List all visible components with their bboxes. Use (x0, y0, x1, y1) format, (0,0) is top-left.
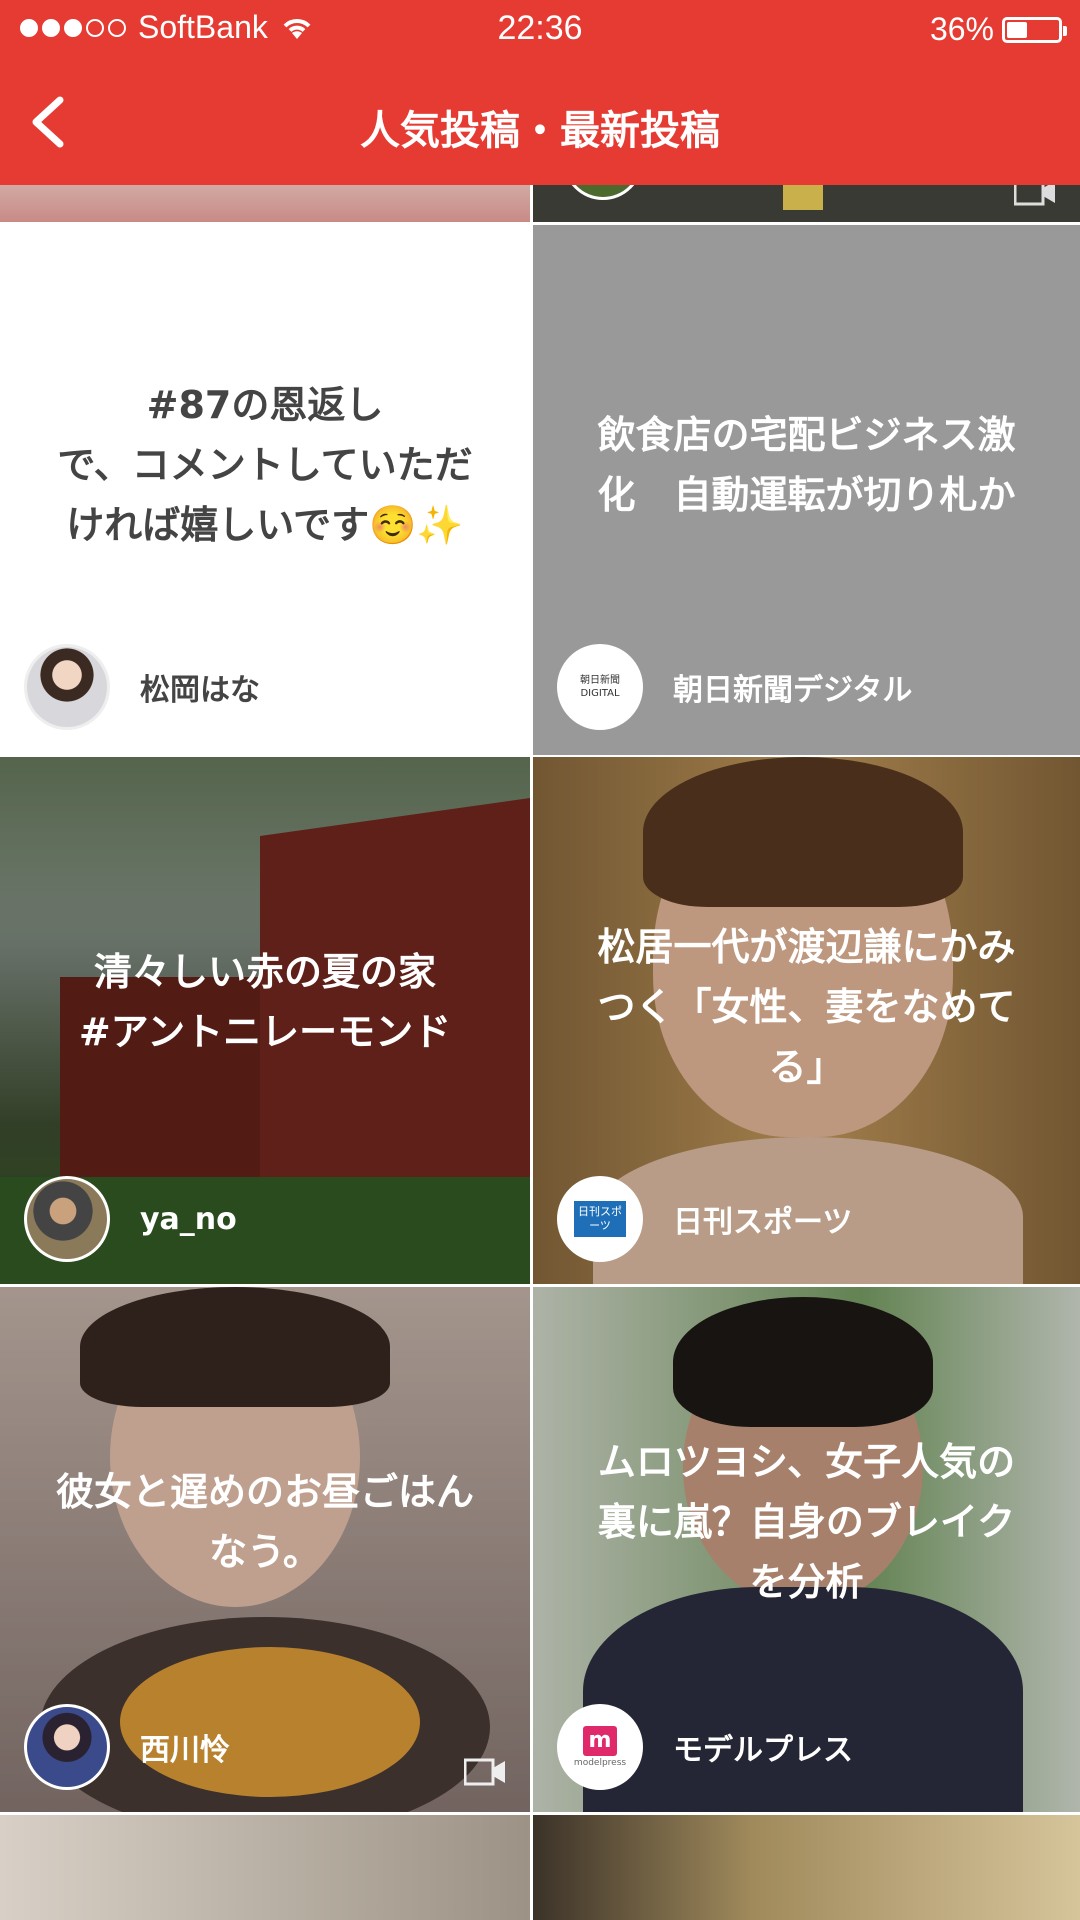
battery-status: 36% (929, 11, 1067, 48)
avatar (24, 1704, 110, 1790)
author-name: 朝日新聞デジタル (673, 673, 913, 708)
nav-bar: 人気投稿・最新投稿 (0, 60, 1080, 185)
battery-icon (1002, 16, 1067, 43)
post-author[interactable]: m modelpress モデルプレス (557, 1704, 853, 1790)
page-title: 人気投稿・最新投稿 (360, 108, 720, 154)
video-icon (464, 1758, 505, 1786)
clock: 22:36 (497, 9, 583, 47)
author-name: 松岡はな (140, 673, 260, 708)
post-text: 彼女と遅めのお昼ごはん なう。 (55, 1470, 474, 1574)
post-author[interactable]: 松岡はな (24, 644, 260, 730)
post-tile[interactable]: 飲食店の宅配ビジネス激 化 自動運転が切り札か 朝日新聞 DIGITAL 朝日新… (533, 225, 1080, 755)
post-tile-partial-bottom-left[interactable] (0, 1815, 530, 1920)
avatar (24, 1176, 110, 1262)
publisher-logo-text: 日刊スポーツ (574, 1201, 626, 1237)
post-grid: #87の恩返し で、コメントしていただ ければ嬉しいです☺️✨ 松岡はな 飲食店… (0, 0, 1080, 1920)
post-tile[interactable]: 清々しい赤の夏の家 #アントニレーモンド ya_no (0, 757, 530, 1284)
post-tile[interactable]: #87の恩返し で、コメントしていただ ければ嬉しいです☺️✨ 松岡はな (0, 225, 530, 755)
app-header: SoftBank 22:36 36% 人気投稿・最新投稿 (0, 0, 1080, 185)
publisher-logo-text: modelpress (573, 1758, 627, 1768)
status-bar: SoftBank 22:36 36% (0, 0, 1080, 60)
post-tile[interactable]: 彼女と遅めのお昼ごはん なう。 西川怜 (0, 1287, 530, 1812)
battery-percent: 36% (929, 11, 994, 47)
post-author[interactable]: 日刊スポーツ 日刊スポーツ (557, 1176, 852, 1262)
post-text: 清々しい赤の夏の家 #アントニレーモンド (78, 950, 452, 1054)
publisher-logo: m modelpress (557, 1704, 643, 1790)
post-text: 飲食店の宅配ビジネス激 化 自動運転が切り札か (597, 413, 1016, 517)
post-tile-partial-bottom-right[interactable] (533, 1815, 1080, 1920)
post-text: #87の恩返し で、コメントしていただ ければ嬉しいです☺️✨ (57, 383, 473, 547)
post-author[interactable]: 西川怜 (24, 1704, 230, 1790)
post-text: 松居一代が渡辺謙にかみ つく「女性、妻をなめて る」 (597, 925, 1016, 1089)
author-name: 日刊スポーツ (673, 1205, 853, 1240)
post-author[interactable]: 朝日新聞 DIGITAL 朝日新聞デジタル (557, 644, 912, 730)
author-name: モデルプレス (673, 1733, 853, 1768)
author-name: ya_no (140, 1201, 237, 1237)
publisher-logo-text: 朝日新聞 DIGITAL (580, 675, 620, 699)
post-author[interactable]: ya_no (24, 1176, 237, 1262)
author-name: 西川怜 (140, 1733, 230, 1768)
avatar (24, 644, 110, 730)
publisher-logo: 日刊スポーツ (557, 1176, 643, 1262)
post-tile[interactable]: ムロツヨシ、女子人気の 裏に嵐？自身のブレイク を分析 m modelpress… (533, 1287, 1080, 1812)
publisher-logo: 朝日新聞 DIGITAL (557, 644, 643, 730)
post-text: ムロツヨシ、女子人気の 裏に嵐？自身のブレイク を分析 (597, 1440, 1016, 1604)
post-tile[interactable]: 松居一代が渡辺謙にかみ つく「女性、妻をなめて る」 日刊スポーツ 日刊スポーツ (533, 757, 1080, 1284)
